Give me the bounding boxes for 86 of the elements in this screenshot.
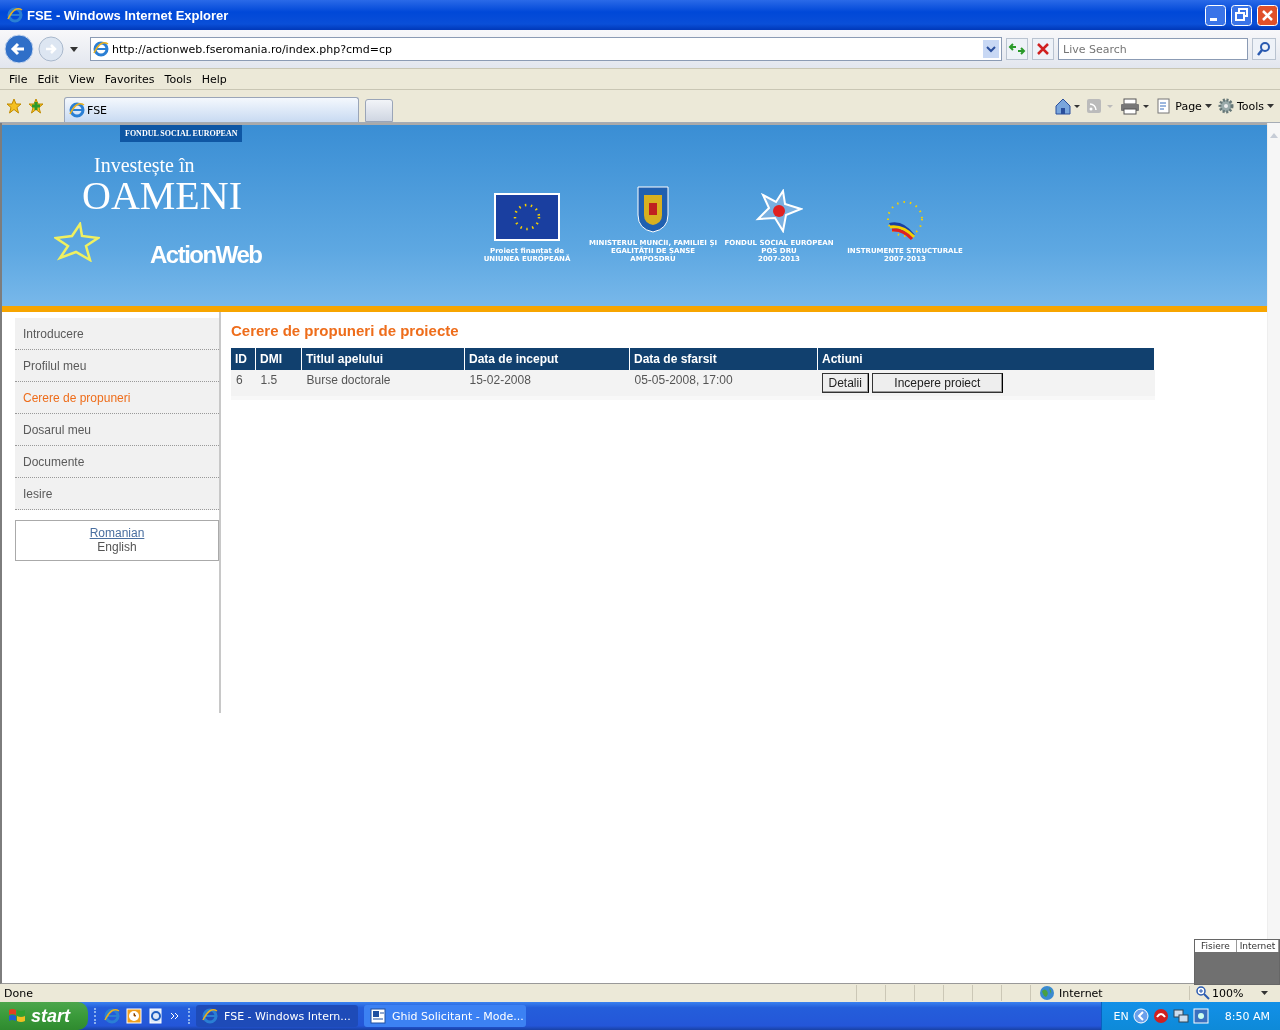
organization-tag: FONDUL SOCIAL EUROPEAN bbox=[120, 125, 243, 142]
gear-icon bbox=[1217, 98, 1234, 114]
close-button[interactable] bbox=[1257, 4, 1278, 26]
language-indicator[interactable]: EN bbox=[1113, 1009, 1129, 1023]
coat-of-arms-icon bbox=[635, 185, 671, 233]
star-icon[interactable] bbox=[6, 98, 22, 114]
sidebar-item[interactable]: Profilul meu bbox=[15, 350, 219, 382]
network-icon[interactable] bbox=[1172, 1008, 1189, 1024]
page-menu[interactable]: Page bbox=[1156, 98, 1212, 114]
browser-tab[interactable]: FSE bbox=[64, 97, 359, 122]
clock: 8:50 AM bbox=[1224, 1009, 1270, 1023]
add-favorite-icon[interactable] bbox=[28, 98, 44, 114]
minimize-button[interactable] bbox=[1205, 4, 1226, 26]
search-button[interactable] bbox=[1252, 38, 1276, 60]
status-text: Done bbox=[4, 986, 33, 1000]
language-link[interactable]: English bbox=[97, 540, 137, 554]
column-header: DMI bbox=[255, 348, 302, 370]
column-header: Actiuni bbox=[817, 348, 1155, 370]
caret-icon bbox=[1267, 104, 1274, 108]
browser-icon bbox=[202, 1008, 218, 1024]
caret-icon bbox=[1261, 991, 1269, 995]
address-field[interactable]: http://actionweb.fseromania.ro/index.php?cmd=cp bbox=[90, 37, 1002, 61]
display-icon[interactable] bbox=[1192, 1008, 1209, 1024]
star-outline-icon bbox=[54, 222, 100, 262]
slogan-title: OAMENI bbox=[82, 176, 243, 216]
menu-item[interactable]: Tools bbox=[159, 72, 197, 86]
taskbar-button[interactable]: Ghid Solicitant - Mode... bbox=[364, 1005, 526, 1027]
dropdown-button[interactable] bbox=[983, 40, 999, 58]
eu-flag-icon bbox=[494, 193, 560, 241]
document-icon bbox=[370, 1008, 386, 1024]
sidebar-item[interactable]: Documente bbox=[15, 446, 219, 478]
stop-button[interactable] bbox=[1032, 38, 1054, 60]
tools-menu[interactable]: Tools bbox=[1217, 98, 1274, 114]
home-icon[interactable] bbox=[1054, 97, 1081, 115]
table-cell: 6 bbox=[231, 370, 256, 398]
zoom-control[interactable]: 100% bbox=[1189, 986, 1276, 1000]
clock-icon[interactable] bbox=[126, 1008, 142, 1024]
antivirus-icon[interactable] bbox=[1152, 1008, 1169, 1024]
column-header: ID bbox=[231, 348, 256, 370]
menu-item[interactable]: File bbox=[4, 72, 33, 86]
table-cell: 05-05-2008, 17:00 bbox=[629, 370, 818, 398]
column-header: Titlul apelului bbox=[301, 348, 465, 370]
sidebar-item[interactable]: Introducere bbox=[15, 318, 219, 350]
table-cell: Burse doctorale bbox=[301, 370, 465, 398]
page-heading: Cerere de propuneri de proiecte bbox=[231, 322, 460, 339]
star-logo-icon bbox=[755, 189, 803, 233]
more-icon[interactable] bbox=[170, 1012, 180, 1020]
column-header: Data de inceput bbox=[464, 348, 630, 370]
product-logo: ActionWeb bbox=[150, 242, 262, 268]
menu-item[interactable]: Edit bbox=[32, 72, 64, 86]
windows-logo-icon bbox=[8, 1008, 26, 1024]
window-title: FSE - Windows Internet Explorer bbox=[27, 7, 229, 23]
zone-label: Internet bbox=[1059, 986, 1103, 1000]
panel-column-label: Internet bbox=[1237, 940, 1279, 952]
back-button[interactable] bbox=[4, 34, 34, 64]
sidebar-item[interactable]: Iesire bbox=[15, 478, 219, 510]
dropdown-arrow-icon[interactable] bbox=[70, 46, 78, 52]
sidebar-item[interactable]: Dosarul meu bbox=[15, 414, 219, 446]
column-header: Data de sfarsit bbox=[629, 348, 818, 370]
restore-button[interactable] bbox=[1231, 4, 1252, 26]
refresh-document-icon[interactable] bbox=[148, 1008, 164, 1024]
details-button[interactable]: Detalii bbox=[821, 373, 869, 393]
table-cell: 15-02-2008 bbox=[464, 370, 630, 398]
taskbar-button[interactable]: FSE - Windows Intern... bbox=[196, 1005, 358, 1027]
menu-item[interactable]: View bbox=[63, 72, 100, 86]
search-field[interactable]: Live Search bbox=[1058, 38, 1248, 60]
start-button[interactable]: start bbox=[0, 1002, 88, 1030]
slogan-text: Investește în bbox=[94, 154, 196, 176]
language-link[interactable]: Romanian bbox=[89, 526, 145, 540]
page-icon bbox=[93, 41, 109, 57]
menu-item[interactable]: Help bbox=[196, 72, 232, 86]
panel-column-label: Fisiere bbox=[1195, 940, 1237, 952]
scroll-up-arrow-icon bbox=[1270, 133, 1278, 138]
browser-icon bbox=[7, 7, 23, 23]
printer-icon[interactable] bbox=[1120, 97, 1151, 115]
page-icon bbox=[1156, 98, 1173, 114]
expand-tray-icon[interactable] bbox=[1132, 1008, 1149, 1024]
refresh-button[interactable] bbox=[1006, 38, 1028, 60]
start-project-button[interactable]: Incepere proiect bbox=[871, 373, 1003, 393]
globe-icon bbox=[1039, 985, 1055, 1001]
menu-item[interactable]: Favorites bbox=[99, 72, 160, 86]
zoom-icon bbox=[1196, 986, 1210, 1000]
browser-icon bbox=[69, 102, 85, 118]
caret-icon bbox=[1204, 104, 1212, 108]
browser-icon[interactable] bbox=[104, 1008, 120, 1024]
table-cell: 1.5 bbox=[255, 370, 302, 398]
